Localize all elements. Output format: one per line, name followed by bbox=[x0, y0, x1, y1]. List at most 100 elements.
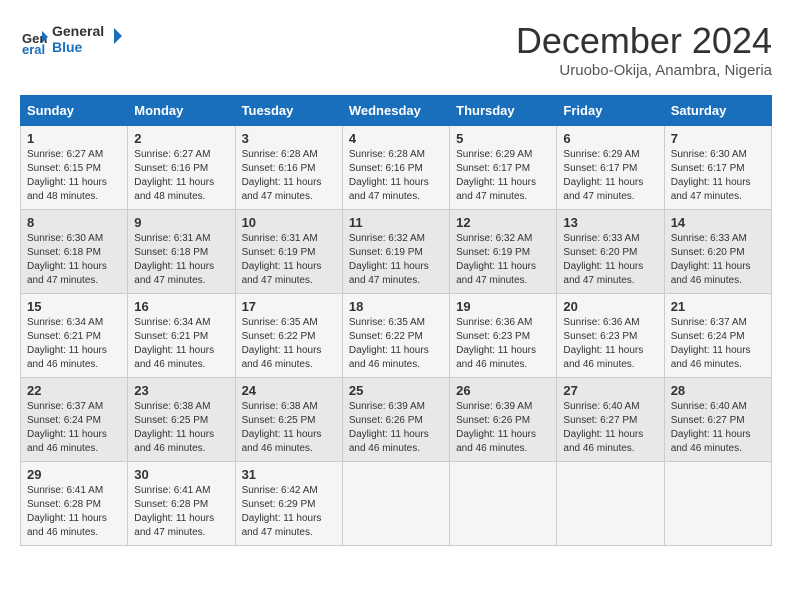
calendar-cell: 9 Sunrise: 6:31 AM Sunset: 6:18 PM Daylig… bbox=[128, 210, 235, 294]
calendar-cell: 5 Sunrise: 6:29 AM Sunset: 6:17 PM Daylig… bbox=[450, 126, 557, 210]
day-detail: Sunrise: 6:30 AM Sunset: 6:18 PM Dayligh… bbox=[27, 232, 121, 288]
day-number: 1 bbox=[27, 131, 121, 146]
day-detail: Sunrise: 6:31 AM Sunset: 6:18 PM Dayligh… bbox=[134, 232, 228, 288]
calendar-week-row: 15 Sunrise: 6:34 AM Sunset: 6:21 PM Dayli… bbox=[21, 294, 772, 378]
day-number: 10 bbox=[242, 215, 336, 230]
calendar-cell: 27 Sunrise: 6:40 AM Sunset: 6:27 PM Dayli… bbox=[557, 378, 664, 462]
day-detail: Sunrise: 6:40 AM Sunset: 6:27 PM Dayligh… bbox=[563, 400, 657, 456]
calendar-cell: 4 Sunrise: 6:28 AM Sunset: 6:16 PM Daylig… bbox=[342, 126, 449, 210]
calendar-cell: 16Sunrise: 6:34 AM Sunset: 6:21 PM Dayli… bbox=[128, 294, 235, 378]
calendar-cell: 2 Sunrise: 6:27 AM Sunset: 6:16 PM Daylig… bbox=[128, 126, 235, 210]
day-number: 2 bbox=[134, 131, 228, 146]
calendar-cell: 20Sunrise: 6:36 AM Sunset: 6:23 PM Dayli… bbox=[557, 294, 664, 378]
calendar-week-row: 22Sunrise: 6:37 AM Sunset: 6:24 PM Dayli… bbox=[21, 378, 772, 462]
day-number: 5 bbox=[456, 131, 550, 146]
day-number: 25 bbox=[349, 383, 443, 398]
calendar-cell: 23Sunrise: 6:38 AM Sunset: 6:25 PM Dayli… bbox=[128, 378, 235, 462]
calendar-cell: 31 Sunrise: 6:42 AM Sunset: 6:29 PM Dayli… bbox=[235, 462, 342, 546]
weekday-header-thursday: Thursday bbox=[450, 96, 557, 126]
calendar-cell bbox=[664, 462, 771, 546]
day-detail: Sunrise: 6:28 AM Sunset: 6:16 PM Dayligh… bbox=[242, 148, 336, 204]
calendar-cell: 18Sunrise: 6:35 AM Sunset: 6:22 PM Dayli… bbox=[342, 294, 449, 378]
day-number: 18 bbox=[349, 299, 443, 314]
calendar-cell: 3 Sunrise: 6:28 AM Sunset: 6:16 PM Daylig… bbox=[235, 126, 342, 210]
day-detail: Sunrise: 6:33 AM Sunset: 6:20 PM Dayligh… bbox=[671, 232, 765, 288]
weekday-header-saturday: Saturday bbox=[664, 96, 771, 126]
day-number: 19 bbox=[456, 299, 550, 314]
calendar-table: SundayMondayTuesdayWednesdayThursdayFrid… bbox=[20, 95, 772, 546]
calendar-cell: 15 Sunrise: 6:34 AM Sunset: 6:21 PM Dayli… bbox=[21, 294, 128, 378]
day-number: 9 bbox=[134, 215, 228, 230]
header: Gen eral General Blue December 2024 Uruo… bbox=[20, 20, 772, 79]
weekday-header-monday: Monday bbox=[128, 96, 235, 126]
day-detail: Sunrise: 6:37 AM Sunset: 6:24 PM Dayligh… bbox=[671, 316, 765, 372]
location: Uruobo-Okija, Anambra, Nigeria bbox=[516, 62, 772, 79]
day-detail: Sunrise: 6:32 AM Sunset: 6:19 PM Dayligh… bbox=[456, 232, 550, 288]
month-title: December 2024 bbox=[516, 20, 772, 62]
day-number: 12 bbox=[456, 215, 550, 230]
calendar-cell: 11Sunrise: 6:32 AM Sunset: 6:19 PM Dayli… bbox=[342, 210, 449, 294]
calendar-cell: 13Sunrise: 6:33 AM Sunset: 6:20 PM Dayli… bbox=[557, 210, 664, 294]
calendar-cell: 22Sunrise: 6:37 AM Sunset: 6:24 PM Dayli… bbox=[21, 378, 128, 462]
day-number: 22 bbox=[27, 383, 121, 398]
day-detail: Sunrise: 6:38 AM Sunset: 6:25 PM Dayligh… bbox=[134, 400, 228, 456]
day-number: 6 bbox=[563, 131, 657, 146]
svg-text:eral: eral bbox=[22, 42, 45, 55]
calendar-cell: 8 Sunrise: 6:30 AM Sunset: 6:18 PM Daylig… bbox=[21, 210, 128, 294]
day-detail: Sunrise: 6:36 AM Sunset: 6:23 PM Dayligh… bbox=[456, 316, 550, 372]
weekday-header-sunday: Sunday bbox=[21, 96, 128, 126]
day-number: 3 bbox=[242, 131, 336, 146]
weekday-header-friday: Friday bbox=[557, 96, 664, 126]
calendar-cell bbox=[342, 462, 449, 546]
calendar-cell: 28Sunrise: 6:40 AM Sunset: 6:27 PM Dayli… bbox=[664, 378, 771, 462]
title-area: December 2024 Uruobo-Okija, Anambra, Nig… bbox=[516, 20, 772, 79]
day-number: 29 bbox=[27, 467, 121, 482]
calendar-cell: 21 Sunrise: 6:37 AM Sunset: 6:24 PM Dayli… bbox=[664, 294, 771, 378]
logo-text: General Blue bbox=[52, 20, 122, 61]
day-number: 14 bbox=[671, 215, 765, 230]
day-detail: Sunrise: 6:29 AM Sunset: 6:17 PM Dayligh… bbox=[456, 148, 550, 204]
logo-icon: Gen eral bbox=[20, 27, 48, 55]
day-number: 4 bbox=[349, 131, 443, 146]
day-number: 8 bbox=[27, 215, 121, 230]
day-number: 16 bbox=[134, 299, 228, 314]
calendar-cell: 12 Sunrise: 6:32 AM Sunset: 6:19 PM Dayli… bbox=[450, 210, 557, 294]
calendar-cell: 24 Sunrise: 6:38 AM Sunset: 6:25 PM Dayli… bbox=[235, 378, 342, 462]
day-detail: Sunrise: 6:41 AM Sunset: 6:28 PM Dayligh… bbox=[134, 484, 228, 540]
day-detail: Sunrise: 6:34 AM Sunset: 6:21 PM Dayligh… bbox=[27, 316, 121, 372]
calendar-week-row: 1 Sunrise: 6:27 AM Sunset: 6:15 PM Daylig… bbox=[21, 126, 772, 210]
weekday-header-tuesday: Tuesday bbox=[235, 96, 342, 126]
calendar-cell: 30Sunrise: 6:41 AM Sunset: 6:28 PM Dayli… bbox=[128, 462, 235, 546]
day-number: 27 bbox=[563, 383, 657, 398]
calendar-week-row: 29 Sunrise: 6:41 AM Sunset: 6:28 PM Dayli… bbox=[21, 462, 772, 546]
day-detail: Sunrise: 6:29 AM Sunset: 6:17 PM Dayligh… bbox=[563, 148, 657, 204]
day-detail: Sunrise: 6:39 AM Sunset: 6:26 PM Dayligh… bbox=[456, 400, 550, 456]
calendar-cell: 1 Sunrise: 6:27 AM Sunset: 6:15 PM Daylig… bbox=[21, 126, 128, 210]
calendar-cell: 17Sunrise: 6:35 AM Sunset: 6:22 PM Dayli… bbox=[235, 294, 342, 378]
day-detail: Sunrise: 6:28 AM Sunset: 6:16 PM Dayligh… bbox=[349, 148, 443, 204]
day-detail: Sunrise: 6:30 AM Sunset: 6:17 PM Dayligh… bbox=[671, 148, 765, 204]
day-number: 7 bbox=[671, 131, 765, 146]
day-number: 31 bbox=[242, 467, 336, 482]
calendar-cell: 14 Sunrise: 6:33 AM Sunset: 6:20 PM Dayli… bbox=[664, 210, 771, 294]
weekday-header-row: SundayMondayTuesdayWednesdayThursdayFrid… bbox=[21, 96, 772, 126]
day-detail: Sunrise: 6:27 AM Sunset: 6:15 PM Dayligh… bbox=[27, 148, 121, 204]
logo: Gen eral General Blue bbox=[20, 20, 122, 61]
day-detail: Sunrise: 6:27 AM Sunset: 6:16 PM Dayligh… bbox=[134, 148, 228, 204]
day-detail: Sunrise: 6:41 AM Sunset: 6:28 PM Dayligh… bbox=[27, 484, 121, 540]
day-detail: Sunrise: 6:35 AM Sunset: 6:22 PM Dayligh… bbox=[242, 316, 336, 372]
calendar-cell: 6 Sunrise: 6:29 AM Sunset: 6:17 PM Daylig… bbox=[557, 126, 664, 210]
day-detail: Sunrise: 6:32 AM Sunset: 6:19 PM Dayligh… bbox=[349, 232, 443, 288]
day-detail: Sunrise: 6:33 AM Sunset: 6:20 PM Dayligh… bbox=[563, 232, 657, 288]
day-number: 24 bbox=[242, 383, 336, 398]
day-detail: Sunrise: 6:42 AM Sunset: 6:29 PM Dayligh… bbox=[242, 484, 336, 540]
calendar-cell bbox=[450, 462, 557, 546]
day-number: 15 bbox=[27, 299, 121, 314]
day-number: 28 bbox=[671, 383, 765, 398]
calendar-week-row: 8 Sunrise: 6:30 AM Sunset: 6:18 PM Daylig… bbox=[21, 210, 772, 294]
calendar-cell: 19 Sunrise: 6:36 AM Sunset: 6:23 PM Dayli… bbox=[450, 294, 557, 378]
calendar-cell: 26Sunrise: 6:39 AM Sunset: 6:26 PM Dayli… bbox=[450, 378, 557, 462]
day-detail: Sunrise: 6:38 AM Sunset: 6:25 PM Dayligh… bbox=[242, 400, 336, 456]
day-detail: Sunrise: 6:39 AM Sunset: 6:26 PM Dayligh… bbox=[349, 400, 443, 456]
day-number: 21 bbox=[671, 299, 765, 314]
